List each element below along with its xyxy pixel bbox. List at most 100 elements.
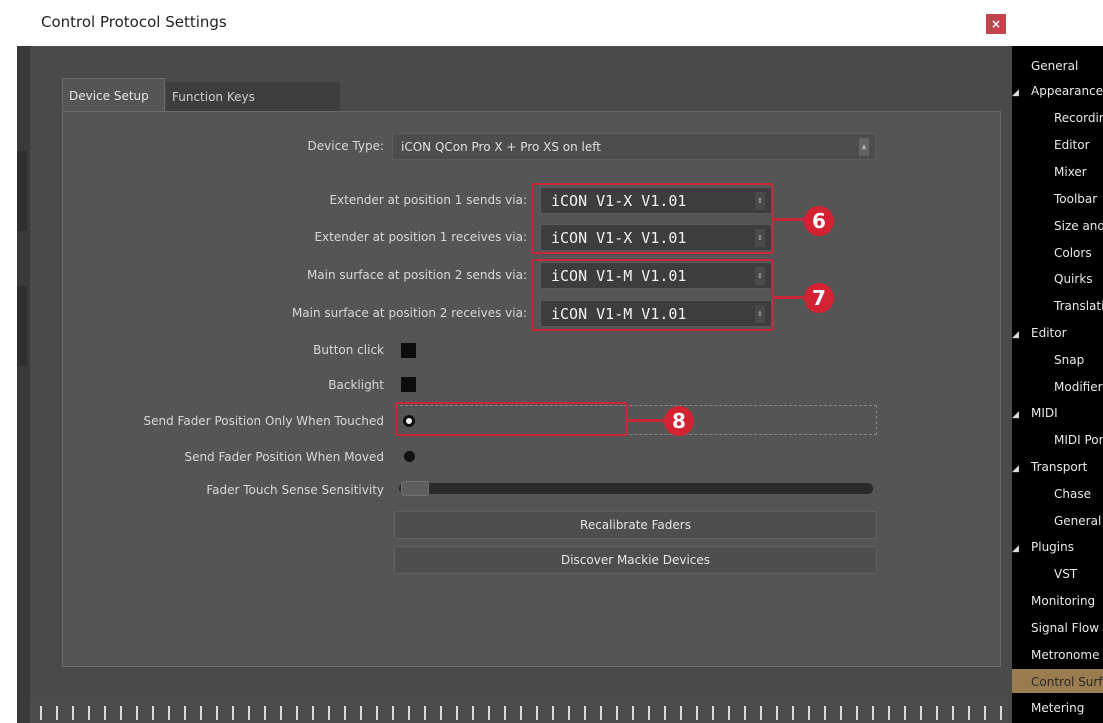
sidebar-item-editor-group[interactable]: Editor [1031,326,1067,340]
strip-segment [17,151,27,231]
sidebar-item-vst[interactable]: VST [1054,567,1077,581]
sidebar-item-midi-ports[interactable]: MIDI Ports [1054,433,1103,447]
sidebar-item-size[interactable]: Size and [1054,219,1103,233]
ruler-tick [856,706,858,720]
tab-function-keys[interactable]: Function Keys [166,82,340,112]
sidebar-item-control-surfaces[interactable]: Control Surfaces [1031,675,1103,689]
port-label: Extender at position 1 sends via: [329,193,527,207]
expand-arrow-icon[interactable]: ◢ [1012,88,1019,98]
ruler-tick [744,706,746,720]
ruler-tick [472,706,474,720]
ruler-tick [712,706,714,720]
ruler-tick [648,706,650,720]
ruler-tick [888,706,890,720]
ruler-tick [728,706,730,720]
ruler-tick [808,706,810,720]
ruler-tick [392,706,394,720]
ruler-tick [584,706,586,720]
ruler-tick [824,706,826,720]
sidebar-item-general[interactable]: General [1031,59,1078,73]
ruler-tick [232,706,234,720]
ruler-tick [88,706,90,720]
sensitivity-slider-track[interactable] [399,483,873,494]
ruler-tick [280,706,282,720]
ruler-tick [696,706,698,720]
ruler-tick [296,706,298,720]
ruler-tick [536,706,538,720]
callout-badge-6: 6 [804,206,834,236]
button-click-checkbox[interactable] [401,343,416,358]
title-bar: Control Protocol Settings × [0,0,1103,46]
callout-box-8 [395,402,628,436]
sensitivity-label: Fader Touch Sense Sensitivity [206,483,384,497]
ruler-tick [120,706,122,720]
ruler-tick [632,706,634,720]
sidebar-item-colors[interactable]: Colors [1054,246,1092,260]
ruler-tick [152,706,154,720]
ruler-tick [520,706,522,720]
sidebar-item-toolbar[interactable]: Toolbar [1054,192,1097,206]
expand-arrow-icon[interactable]: ◢ [1012,330,1019,340]
callout-line-8 [627,419,665,422]
sidebar-item-metering[interactable]: Metering [1031,701,1084,715]
ruler-tick [936,706,938,720]
sidebar-item-midi[interactable]: MIDI [1031,406,1058,420]
device-type-dropdown[interactable]: iCON QCon Pro X + Pro XS on left ▴ [392,133,876,160]
ruler-tick [344,706,346,720]
bottom-ruler [30,697,1010,723]
sidebar-item-metronome[interactable]: Metronome [1031,648,1099,662]
tab-device-setup[interactable]: Device Setup [62,78,165,112]
sidebar-item-monitoring[interactable]: Monitoring [1031,594,1095,608]
sidebar-item-transport[interactable]: Transport [1031,460,1087,474]
expand-arrow-icon[interactable]: ◢ [1012,464,1019,474]
ruler-tick [72,706,74,720]
ruler-tick [216,706,218,720]
ruler-tick [952,706,954,720]
ruler-tick [312,706,314,720]
ruler-tick [664,706,666,720]
sidebar-item-transport-general[interactable]: General [1054,514,1101,528]
fader-moved-radio[interactable] [404,451,415,462]
sidebar-item-translation[interactable]: Translation [1054,299,1103,313]
device-type-value: iCON QCon Pro X + Pro XS on left [401,140,601,154]
port-label: Main surface at position 2 sends via: [306,268,527,282]
window-title: Control Protocol Settings [41,13,227,31]
sidebar-item-plugins[interactable]: Plugins [1031,540,1074,554]
strip-segment [17,286,27,366]
ruler-tick [408,706,410,720]
ruler-tick [376,706,378,720]
expand-arrow-icon[interactable]: ◢ [1012,544,1019,554]
sidebar-item-recording[interactable]: Recording [1054,111,1103,125]
port-label: Main surface at position 2 receives via: [291,306,527,320]
expand-arrow-icon[interactable]: ◢ [1012,410,1019,420]
ruler-tick [40,706,42,720]
discover-mackie-devices-button[interactable]: Discover Mackie Devices [394,546,877,574]
ruler-tick [872,706,874,720]
ruler-tick [504,706,506,720]
sidebar-item-snap[interactable]: Snap [1054,353,1084,367]
sidebar-item-editor[interactable]: Editor [1054,138,1090,152]
sidebar-item-appearance[interactable]: Appearance [1031,84,1103,98]
sidebar-item-chase[interactable]: Chase [1054,487,1091,501]
left-scroll-strip [17,46,30,723]
ruler-tick [568,706,570,720]
ruler-tick [600,706,602,720]
sidebar-item-mixer[interactable]: Mixer [1054,165,1087,179]
ruler-tick [552,706,554,720]
sensitivity-slider-handle[interactable] [401,481,429,496]
backlight-checkbox[interactable] [401,377,416,392]
device-type-label: Device Type: [307,139,384,153]
ruler-tick [56,706,58,720]
sidebar-item-modifiers[interactable]: Modifiers [1054,380,1103,394]
ruler-tick [488,706,490,720]
ruler-tick [168,706,170,720]
recalibrate-faders-button[interactable]: Recalibrate Faders [394,511,877,539]
ruler-tick [760,706,762,720]
ruler-tick [984,706,986,720]
sidebar-item-quirks[interactable]: Quirks [1054,272,1093,286]
ruler-tick [616,706,618,720]
sidebar-item-signal-flow[interactable]: Signal Flow [1031,621,1099,635]
close-button[interactable]: × [986,14,1006,34]
dropdown-arrow-icon: ▴ [859,138,869,156]
ruler-tick [248,706,250,720]
